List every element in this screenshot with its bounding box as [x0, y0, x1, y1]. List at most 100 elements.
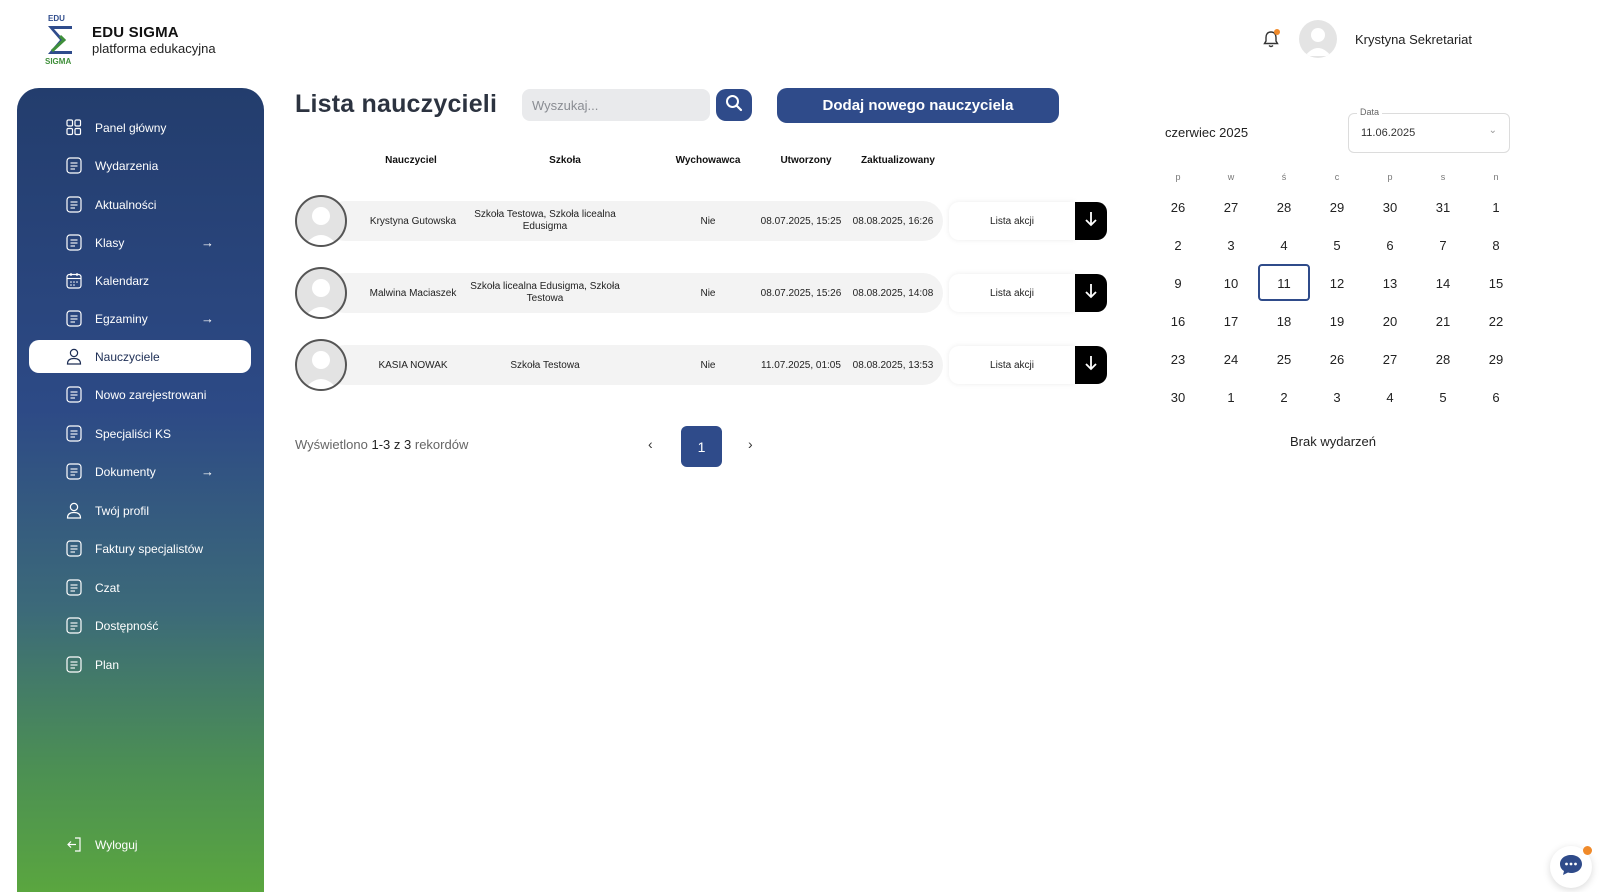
sidebar-item-faktury-specjalistów[interactable]: Faktury specjalistów	[29, 532, 251, 565]
calendar-day[interactable]: 18	[1258, 314, 1310, 329]
search-button[interactable]	[716, 89, 752, 121]
calendar-day[interactable]: 3	[1311, 390, 1363, 405]
sidebar-item-dokumenty[interactable]: Dokumenty →	[29, 455, 251, 488]
calendar-day[interactable]: 28	[1417, 352, 1469, 367]
calendar-day[interactable]: 2	[1258, 390, 1310, 405]
expand-button[interactable]	[1075, 274, 1107, 312]
calendar-day[interactable]: 25	[1258, 352, 1310, 367]
school-name: Szkoła Testowa, Szkoła licealna Edusigma	[474, 209, 616, 232]
calendar-day[interactable]: 23	[1152, 352, 1204, 367]
calendar-day[interactable]: 10	[1205, 276, 1257, 291]
table-row[interactable]: KASIA NOWAK Szkoła Testowa Nie 11.07.2025, …	[295, 339, 943, 391]
sidebar-item-klasy[interactable]: Klasy →	[29, 226, 251, 259]
chat-button[interactable]	[1550, 846, 1592, 888]
column-header-teacher[interactable]: Nauczyciel	[366, 155, 456, 166]
date-field[interactable]: Data 11.06.2025 ⌄	[1348, 107, 1510, 153]
calendar-day[interactable]: 22	[1470, 314, 1522, 329]
calendar-day[interactable]: 14	[1417, 276, 1469, 291]
calendar-day[interactable]: 26	[1311, 352, 1363, 367]
column-header-created[interactable]: Utworzony	[766, 155, 846, 166]
calendar-day[interactable]: 30	[1364, 200, 1416, 215]
sidebar-item-nauczyciele[interactable]: Nauczyciele	[29, 340, 251, 373]
calendar-day[interactable]: 17	[1205, 314, 1257, 329]
sidebar-item-kalendarz[interactable]: Kalendarz	[29, 264, 251, 297]
sidebar-item-czat[interactable]: Czat	[29, 571, 251, 604]
calendar-day[interactable]: 30	[1152, 390, 1204, 405]
expand-button[interactable]	[1075, 346, 1107, 384]
logout-button[interactable]: Wyloguj	[29, 828, 251, 861]
calendar-day[interactable]: 21	[1417, 314, 1469, 329]
calendar-day[interactable]: 20	[1364, 314, 1416, 329]
actions-list-button[interactable]: Lista akcji	[949, 202, 1075, 240]
sidebar: Panel główny Wydarzenia Aktualności Klasy → K…	[17, 88, 264, 892]
bell-icon[interactable]	[1261, 29, 1281, 49]
add-teacher-button[interactable]: Dodaj nowego nauczyciela	[777, 88, 1059, 123]
avatar[interactable]	[1298, 20, 1337, 58]
actions-list-button[interactable]: Lista akcji	[949, 346, 1075, 384]
calendar-day[interactable]: 7	[1417, 238, 1469, 253]
calendar-day[interactable]: 1	[1470, 200, 1522, 215]
calendar-day[interactable]: 27	[1205, 200, 1257, 215]
calendar-day[interactable]: 16	[1152, 314, 1204, 329]
calendar-day[interactable]: 9	[1152, 276, 1204, 291]
pagination-next-button[interactable]: ›	[748, 436, 753, 452]
records-info: Wyświetlono 1-3 z 3 rekordów	[295, 437, 468, 452]
calendar-day[interactable]: 24	[1205, 352, 1257, 367]
calendar-day[interactable]: 6	[1470, 390, 1522, 405]
column-header-homeroom[interactable]: Wychowawca	[668, 155, 748, 166]
actions-list-button[interactable]: Lista akcji	[949, 274, 1075, 312]
sidebar-item-label: Aktualności	[95, 198, 157, 212]
calendar-day[interactable]: 8	[1470, 238, 1522, 253]
chat-icon	[1558, 853, 1584, 882]
column-header-updated[interactable]: Zaktualizowany	[850, 155, 946, 166]
sidebar-item-label: Specjaliści KS	[95, 427, 172, 441]
calendar-day[interactable]: 5	[1417, 390, 1469, 405]
calendar-day[interactable]: 4	[1364, 390, 1416, 405]
calendar-day[interactable]: 2	[1152, 238, 1204, 253]
calendar-day[interactable]: 4	[1258, 238, 1310, 253]
calendar-day[interactable]: 28	[1258, 200, 1310, 215]
pagination-prev-button[interactable]: ‹	[648, 436, 653, 452]
calendar-day[interactable]: 13	[1364, 276, 1416, 291]
sidebar-item-wydarzenia[interactable]: Wydarzenia	[29, 149, 251, 182]
calendar-day[interactable]: 12	[1311, 276, 1363, 291]
sidebar-item-dostępność[interactable]: Dostępność	[29, 609, 251, 642]
pagination-page-button[interactable]: 1	[681, 426, 722, 467]
document-icon	[66, 463, 82, 480]
calendar-day[interactable]: 29	[1311, 200, 1363, 215]
sidebar-item-aktualności[interactable]: Aktualności	[29, 188, 251, 221]
calendar-day[interactable]: 27	[1364, 352, 1416, 367]
sidebar-item-specjaliści-ks[interactable]: Specjaliści KS	[29, 417, 251, 450]
calendar-day[interactable]: 6	[1364, 238, 1416, 253]
table-row[interactable]: Malwina Maciaszek Szkoła licealna Edusigm…	[295, 267, 943, 319]
sidebar-item-panel-główny[interactable]: Panel główny	[29, 111, 251, 144]
column-header-school[interactable]: Szkoła	[510, 155, 620, 166]
calendar-day[interactable]: 19	[1311, 314, 1363, 329]
search-input[interactable]	[522, 89, 710, 121]
arrow-right-icon: →	[201, 235, 214, 250]
calendar-day[interactable]: 5	[1311, 238, 1363, 253]
calendar-day[interactable]: 29	[1470, 352, 1522, 367]
sidebar-item-nowo-zarejestrowani[interactable]: Nowo zarejestrowani	[29, 378, 251, 411]
expand-button[interactable]	[1075, 202, 1107, 240]
sidebar-item-label: Dostępność	[95, 619, 159, 633]
username[interactable]: Krystyna Sekretariat	[1355, 32, 1472, 47]
created-date: 11.07.2025, 01:05	[761, 360, 841, 371]
calendar-day[interactable]: 26	[1152, 200, 1204, 215]
table-row[interactable]: Krystyna Gutowska Szkoła Testowa, Szkoła …	[295, 195, 943, 247]
calendar-day[interactable]: 11	[1258, 276, 1310, 291]
calendar-day[interactable]: 15	[1470, 276, 1522, 291]
sidebar-item-egzaminy[interactable]: Egzaminy →	[29, 302, 251, 335]
sidebar-item-twój-profil[interactable]: Twój profil	[29, 494, 251, 527]
sidebar-item-label: Egzaminy	[95, 312, 148, 326]
records-suffix: rekordów	[414, 437, 469, 452]
row-actions: Lista akcji	[949, 274, 1107, 312]
calendar-day[interactable]: 3	[1205, 238, 1257, 253]
calendar-day[interactable]: 1	[1205, 390, 1257, 405]
row-actions: Lista akcji	[949, 346, 1107, 384]
brand-logo[interactable]: EDU SIGMA EDU SIGMA platforma edukacyjna	[44, 14, 216, 66]
weekday-label: s	[1440, 172, 1446, 182]
sidebar-item-plan[interactable]: Plan	[29, 648, 251, 681]
calendar-day[interactable]: 31	[1417, 200, 1469, 215]
updated-date: 08.08.2025, 13:53	[852, 360, 934, 371]
